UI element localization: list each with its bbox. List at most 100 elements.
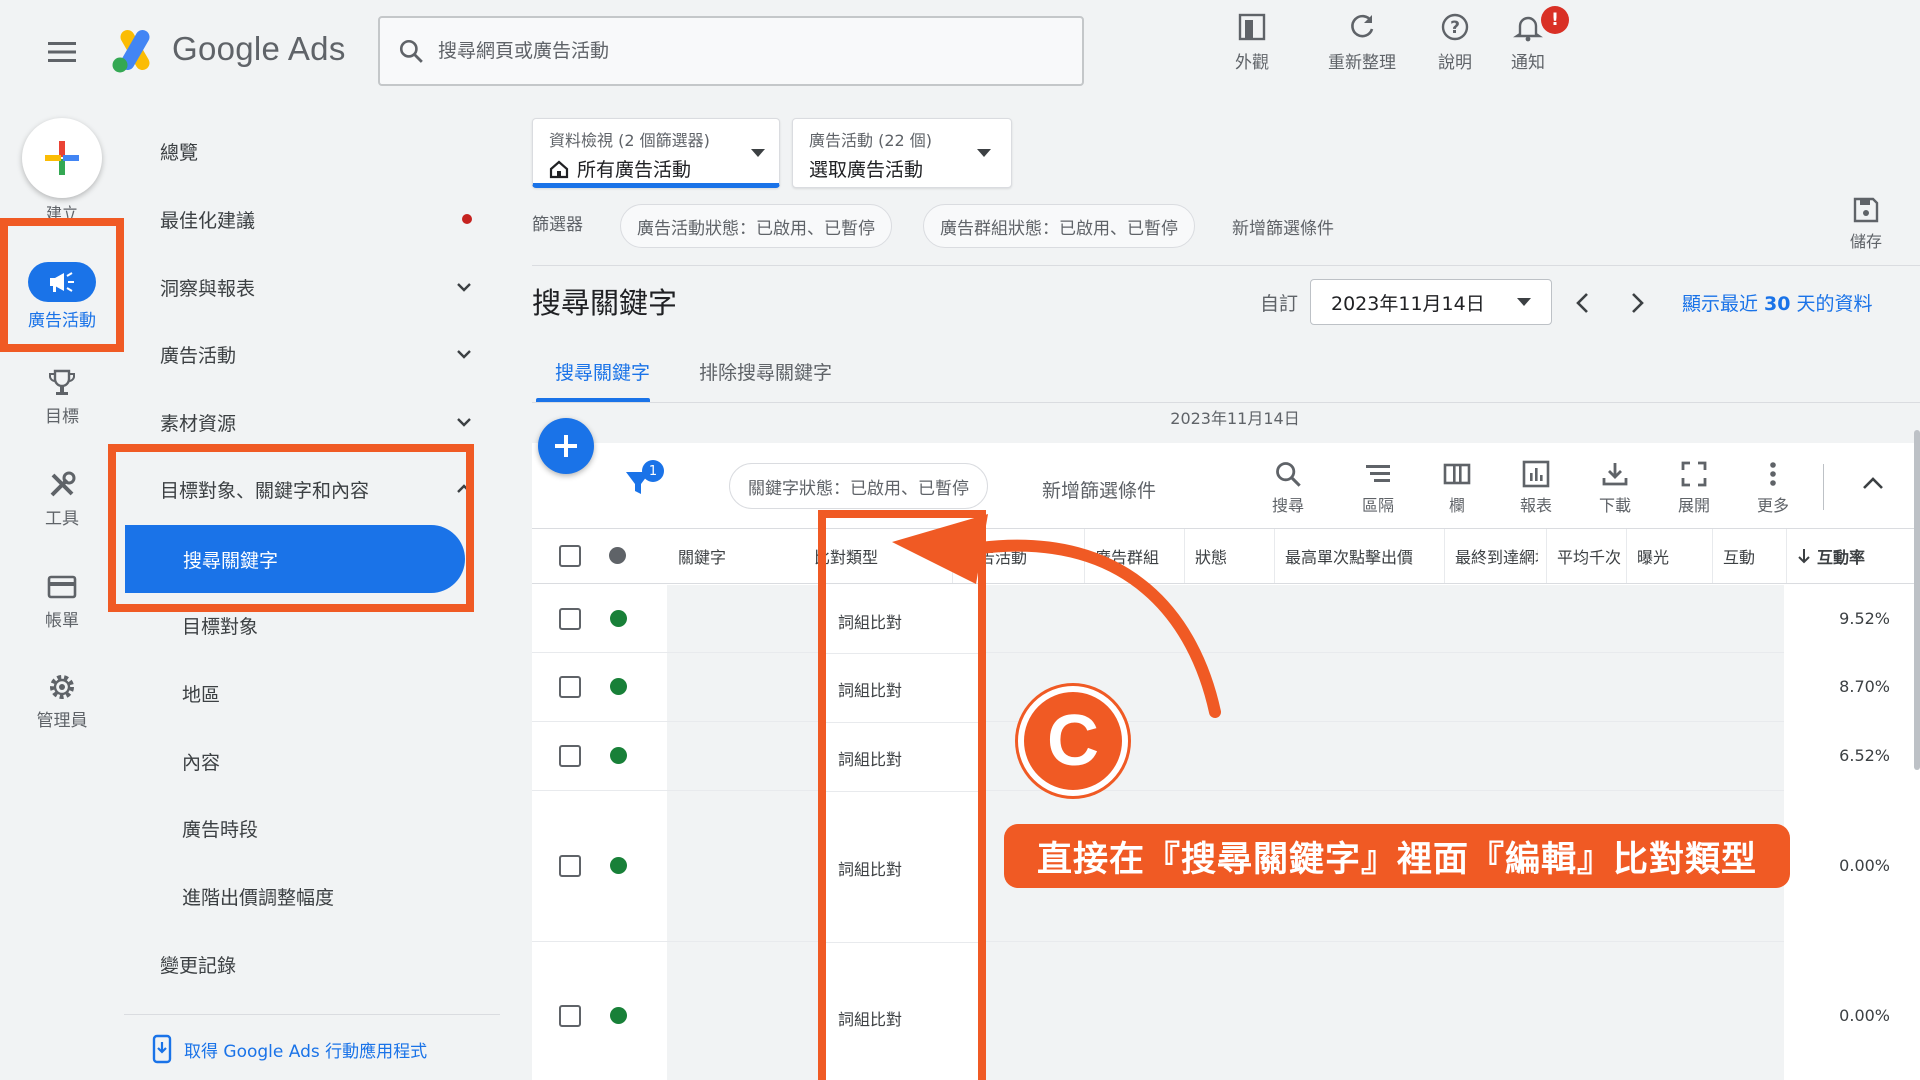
fullscreen-icon: [1680, 460, 1708, 488]
match-type-cell[interactable]: 詞組比對: [838, 1006, 902, 1030]
tab-search-keywords[interactable]: 搜尋關鍵字: [555, 358, 650, 385]
nav-assets-label: 素材資源: [160, 412, 237, 435]
nav-locations-label: 地區: [182, 683, 221, 706]
nav-change-history[interactable]: 變更記錄: [160, 939, 490, 989]
match-type-cell[interactable]: 詞組比對: [838, 677, 902, 701]
match-type-cell[interactable]: 詞組比對: [838, 746, 902, 770]
campaign-selector-value: 選取廣告活動: [809, 159, 924, 181]
col-avg-cpm[interactable]: 平均千次: [1546, 529, 1628, 583]
show-last-30-days-link[interactable]: 顯示最近 30 天的資料: [1682, 289, 1873, 316]
col-max-cpc[interactable]: 最高單次點擊出價: [1274, 529, 1432, 583]
row-checkbox[interactable]: [559, 745, 581, 767]
row-divider: [826, 942, 978, 943]
create-button[interactable]: [22, 118, 102, 198]
table-date-caption: 2023年11月14日: [1170, 409, 1300, 428]
scrollbar[interactable]: [1914, 430, 1920, 770]
nav-bid-adjustments[interactable]: 進階出價調整幅度: [182, 871, 512, 921]
table-search-button[interactable]: 搜尋: [1258, 460, 1318, 516]
next-date-button[interactable]: [1618, 283, 1658, 323]
rail-admin[interactable]: 管理員: [10, 672, 114, 731]
table-row: 詞組比對 6.52%: [532, 722, 1920, 791]
show-30-suffix: 天的資料: [1790, 293, 1873, 315]
row-checkbox[interactable]: [559, 1005, 581, 1027]
google-ads-logo-icon[interactable]: [110, 26, 160, 74]
download-icon: [1601, 460, 1629, 488]
rail-tools[interactable]: 工具: [10, 470, 114, 529]
appearance-button[interactable]: 外觀: [1235, 12, 1269, 73]
expand-button[interactable]: 展開: [1664, 460, 1724, 516]
notifications-button[interactable]: ! 通知: [1511, 6, 1569, 73]
match-type-cell[interactable]: 詞組比對: [838, 609, 902, 633]
trophy-icon: [47, 368, 77, 398]
save-button[interactable]: 儲存: [1850, 196, 1882, 252]
search-input[interactable]: [438, 40, 1038, 62]
columns-button[interactable]: 欄: [1427, 460, 1487, 516]
table-row: 詞組比對 0.00%: [532, 942, 1920, 1080]
nav-insights[interactable]: 洞察與報表: [160, 262, 490, 312]
nav-campaigns[interactable]: 廣告活動: [160, 329, 490, 379]
rail-goals-label: 目標: [45, 407, 79, 427]
search-bar[interactable]: [378, 16, 1084, 86]
col-final-url[interactable]: 最終到達網址: [1444, 529, 1538, 583]
match-type-cell[interactable]: 詞組比對: [838, 856, 902, 880]
filter-button[interactable]: 1: [624, 460, 664, 498]
nav-ad-schedule[interactable]: 廣告時段: [182, 803, 512, 853]
row-checkbox[interactable]: [559, 608, 581, 630]
tab-negative-keywords[interactable]: 排除搜尋關鍵字: [699, 358, 832, 385]
rail-admin-label: 管理員: [36, 711, 88, 731]
svg-text:?: ?: [1450, 18, 1460, 38]
help-icon: ?: [1440, 12, 1470, 42]
segment-button[interactable]: 區隔: [1348, 460, 1408, 516]
columns-label: 欄: [1448, 496, 1465, 515]
campaign-status-chip[interactable]: 廣告活動狀態：已啟用、已暫停: [620, 204, 892, 248]
date-picker[interactable]: 2023年11月14日: [1310, 279, 1552, 325]
col-impressions[interactable]: 曝光: [1626, 529, 1710, 583]
nav-bid-adjustments-label: 進階出價調整幅度: [182, 886, 335, 909]
filter-count-badge: 1: [642, 460, 664, 482]
collapse-button[interactable]: [1862, 476, 1884, 490]
plus-icon: [553, 433, 579, 459]
refresh-button[interactable]: 重新整理: [1328, 12, 1396, 73]
divider: [532, 265, 1920, 266]
alert-dot-icon: [462, 214, 472, 224]
nav-audiences-label: 目標對象: [182, 615, 259, 638]
help-button[interactable]: ? 說明: [1438, 12, 1472, 73]
nav-recommendations[interactable]: 最佳化建議: [160, 194, 490, 244]
more-button[interactable]: 更多: [1743, 460, 1803, 516]
chevron-left-icon: [1575, 292, 1589, 314]
columns-icon: [1443, 460, 1471, 488]
view-selector-label: 資料檢視 (2 個篩選器): [549, 131, 710, 150]
add-filter-button[interactable]: 新增篩選條件: [1232, 214, 1334, 239]
more-vert-icon: [1759, 460, 1787, 488]
phone-icon: [152, 1034, 172, 1064]
menu-icon[interactable]: [40, 30, 84, 74]
download-button[interactable]: 下載: [1585, 460, 1645, 516]
nav-overview[interactable]: 總覽: [160, 126, 490, 176]
previous-date-button[interactable]: [1562, 283, 1602, 323]
col-keyword[interactable]: 關鍵字: [668, 529, 804, 583]
add-keyword-button[interactable]: [538, 418, 594, 474]
nav-divider: [124, 1014, 500, 1015]
interaction-rate-cell: 0.00%: [1839, 856, 1890, 875]
nav-content[interactable]: 內容: [182, 736, 512, 786]
row-checkbox[interactable]: [559, 676, 581, 698]
adgroup-status-chip[interactable]: 廣告群組狀態：已啟用、已暫停: [923, 204, 1195, 248]
rail-billing[interactable]: 帳單: [10, 572, 114, 631]
campaign-selector[interactable]: 廣告活動 (22 個) 選取廣告活動: [792, 118, 1012, 188]
table-add-filter-button[interactable]: 新增篩選條件: [1042, 476, 1156, 503]
nav-locations[interactable]: 地區: [182, 668, 512, 718]
reports-button[interactable]: 報表: [1506, 460, 1566, 516]
search-icon: [398, 38, 424, 64]
chevron-down-icon: [456, 349, 472, 359]
refresh-label: 重新整理: [1328, 53, 1396, 73]
col-interaction-rate[interactable]: 互動率: [1786, 529, 1916, 583]
sort-down-icon: [1797, 548, 1811, 564]
rail-goals[interactable]: 目標: [10, 368, 114, 427]
row-checkbox[interactable]: [559, 855, 581, 877]
app-download-label: 取得 Google Ads 行動應用程式: [184, 1041, 428, 1062]
nav-assets[interactable]: 素材資源: [160, 397, 490, 447]
select-all-checkbox[interactable]: [559, 545, 581, 567]
app-download-link[interactable]: 取得 Google Ads 行動應用程式: [152, 1034, 427, 1064]
nav-campaigns-label: 廣告活動: [160, 344, 237, 367]
view-selector[interactable]: 資料檢視 (2 個篩選器) 所有廣告活動: [532, 118, 780, 188]
